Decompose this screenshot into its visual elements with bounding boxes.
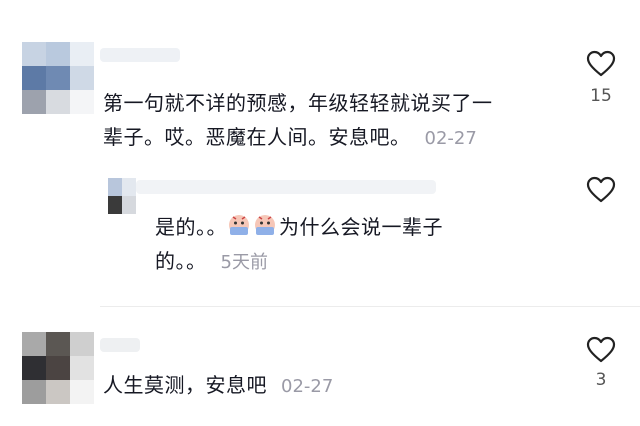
- avatar[interactable]: [22, 332, 94, 404]
- crying-face-emoji: [253, 213, 277, 237]
- comment-text: 第一句就不详的预感，年级轻轻就说买了一 辈子。哎。恶魔在人间。安息吧。 02-27: [103, 91, 493, 149]
- reply-text: 是的。。 为什么会说一辈子 的。。 5天前: [155, 213, 443, 273]
- comment-date: 02-27: [424, 128, 477, 149]
- comment-date: 02-27: [281, 376, 334, 397]
- heart-outline-icon: [586, 50, 616, 77]
- reply-like-button[interactable]: [586, 176, 616, 204]
- heart-outline-icon: [586, 176, 616, 203]
- reply-avatar[interactable]: [108, 178, 136, 214]
- like-count: 15: [590, 86, 612, 106]
- username-blurred[interactable]: [100, 48, 180, 62]
- username-blurred[interactable]: [100, 338, 140, 352]
- like-button[interactable]: [586, 50, 616, 78]
- divider: [100, 306, 640, 307]
- like-button[interactable]: [586, 336, 616, 364]
- like-count: 3: [595, 370, 607, 390]
- crying-face-emoji: [227, 213, 251, 237]
- reply-username-blurred[interactable]: [136, 180, 436, 194]
- reply-date: 5天前: [220, 252, 268, 273]
- comment-text: 人生莫测，安息吧 02-27: [103, 373, 334, 397]
- heart-outline-icon: [586, 336, 616, 363]
- avatar[interactable]: [22, 42, 94, 114]
